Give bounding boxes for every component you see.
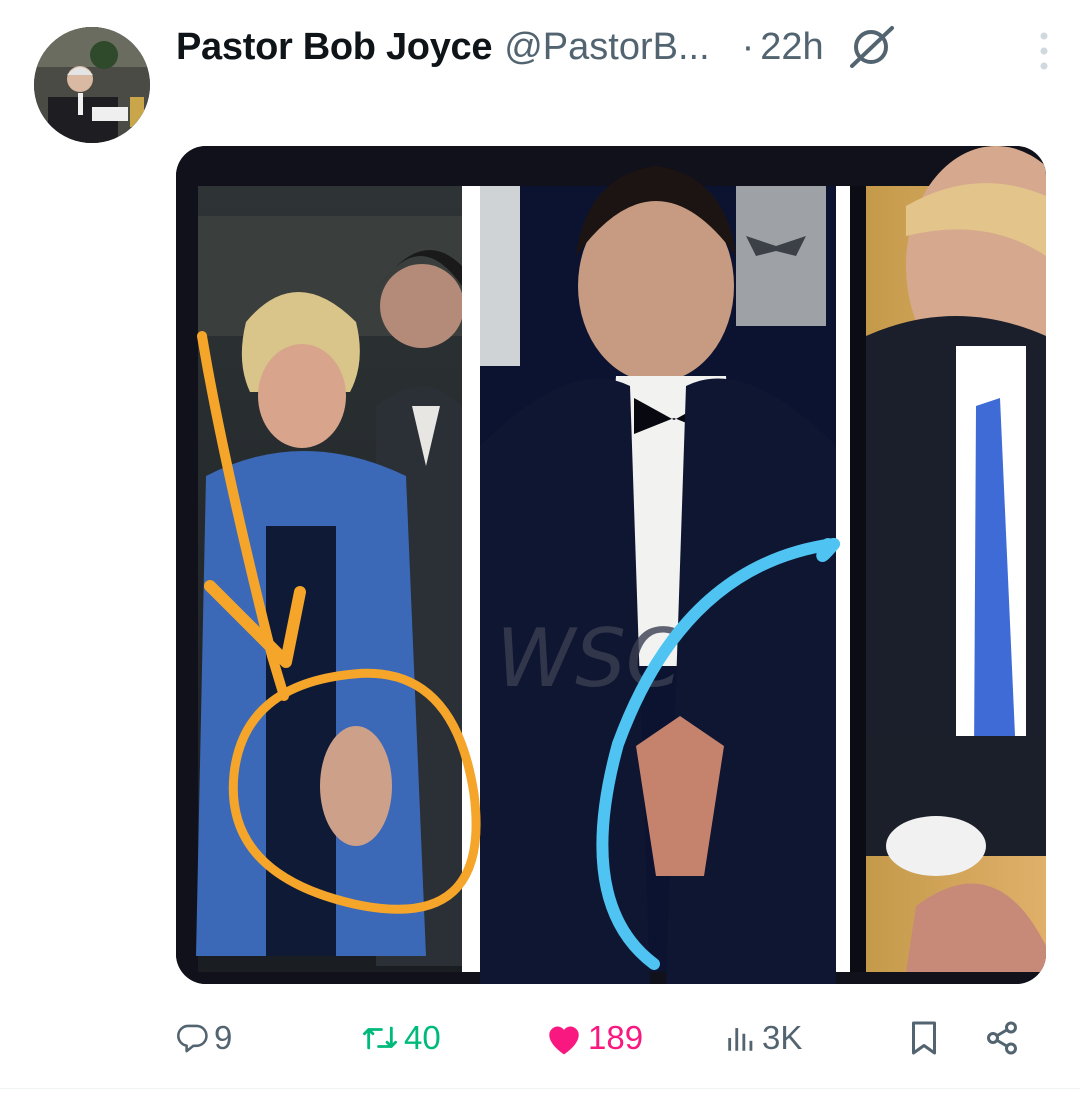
view-count: 3K [762, 1019, 803, 1056]
like-button[interactable]: 189 [544, 1010, 643, 1066]
more-options-icon[interactable] [1038, 30, 1050, 72]
author-handle[interactable]: @PastorB... [504, 26, 709, 69]
views-icon [728, 1028, 753, 1051]
bookmark-button[interactable] [908, 1010, 940, 1066]
divider [0, 1088, 1080, 1089]
center-panel: WSC [480, 166, 836, 984]
views-button[interactable]: 3K [724, 1010, 802, 1066]
left-panel [196, 186, 464, 972]
retweet-icon [363, 1026, 398, 1050]
avatar-image [34, 27, 150, 143]
action-bar: 9 40 189 3K [176, 1010, 1036, 1066]
right-panel [866, 146, 1046, 972]
tweet-media[interactable]: WSC [176, 146, 1046, 984]
retweet-button[interactable]: 40 [360, 1010, 441, 1066]
heart-icon [549, 1026, 579, 1055]
bookmark-icon [912, 1021, 936, 1055]
media-image: WSC [176, 146, 1046, 984]
separator-dot: · [741, 25, 755, 68]
reply-button[interactable]: 9 [176, 1010, 232, 1066]
tweet-header: Pastor Bob Joyce @PastorB... · 22h [176, 22, 1056, 72]
timestamp[interactable]: 22h [760, 26, 823, 69]
author-name[interactable]: Pastor Bob Joyce [176, 26, 493, 69]
grok-icon[interactable] [846, 22, 896, 72]
reply-count: 9 [214, 1019, 233, 1056]
share-button[interactable] [984, 1010, 1020, 1066]
avatar[interactable] [34, 27, 150, 143]
share-icon [987, 1021, 1017, 1055]
reply-icon [177, 1024, 208, 1053]
like-count: 189 [588, 1019, 644, 1056]
retweet-count: 40 [404, 1019, 441, 1056]
